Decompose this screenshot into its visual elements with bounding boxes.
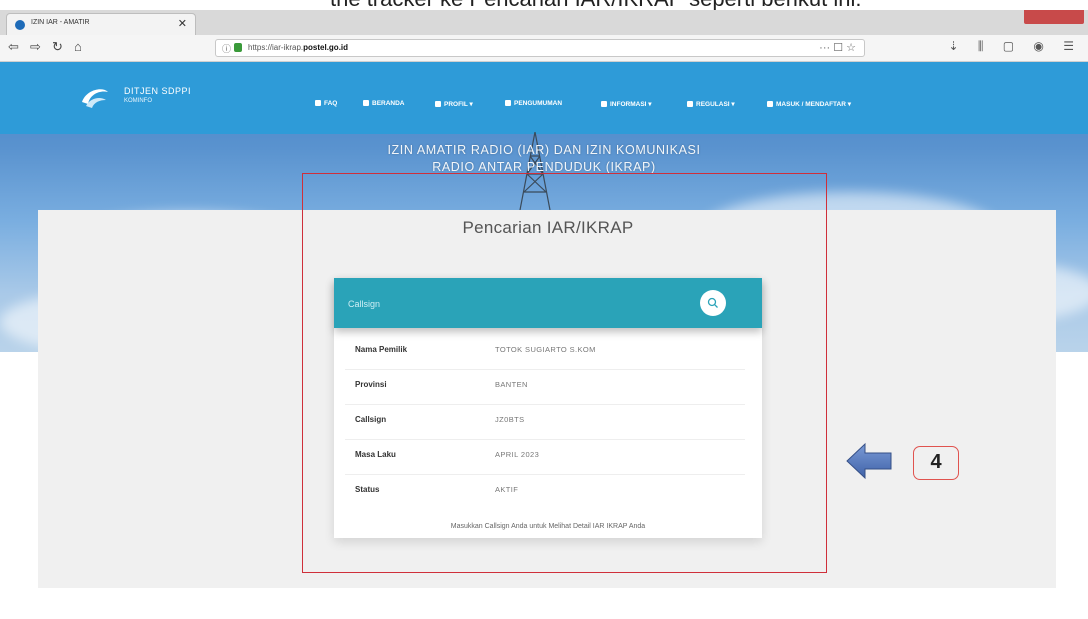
callsign-search-input[interactable] <box>346 295 690 313</box>
menu-label: MASUK / MENDAFTAR ▾ <box>776 101 851 108</box>
row-label: Nama Pemilik <box>355 345 408 354</box>
row-label: Masa Laku <box>355 450 396 459</box>
hero-title-line2: RADIO ANTAR PENDUDUK (IKRAP) <box>432 160 656 174</box>
table-row: Masa Laku APRIL 2023 <box>345 439 745 475</box>
notice-text: Masukkan Callsign Anda untuk Melihat Det… <box>450 523 646 530</box>
window-close-button[interactable] <box>1024 10 1084 24</box>
step-number-badge: 4 <box>913 446 959 480</box>
toolbar-icons[interactable]: ⇣ ⫼ ▢ ◉ ☰ <box>949 39 1082 54</box>
favicon-icon <box>15 20 25 30</box>
search-bar <box>334 278 762 328</box>
menu-label: BERANDA <box>372 100 405 107</box>
menu-item-profil[interactable]: PROFIL ▾ <box>435 100 473 108</box>
arrow-left-icon <box>846 442 892 480</box>
row-value: JZ0BTS <box>495 415 525 424</box>
menu-label: REGULASI ▾ <box>696 101 735 108</box>
row-value: TOTOK SUGIARTO S.KOM <box>495 345 596 354</box>
menu-label: INFORMASI ▾ <box>610 101 652 108</box>
book-icon <box>687 101 693 108</box>
address-bar[interactable]: ⓘ https://iar-ikrap.postel.go.id ··· ☐ ☆ <box>215 39 865 57</box>
page-actions[interactable]: ··· ☐ ☆ <box>819 41 856 54</box>
row-label: Provinsi <box>355 380 387 389</box>
row-value: BANTEN <box>495 380 528 389</box>
menu-item-beranda[interactable]: BERANDA <box>363 100 405 107</box>
browser-toolbar: ⇦ ⇨ ↻ ⌂ ⓘ https://iar-ikrap.postel.go.id… <box>0 35 1088 62</box>
menu-item-regulasi[interactable]: REGULASI ▾ <box>687 100 735 108</box>
forward-icon[interactable]: ⇨ <box>30 39 41 55</box>
kominfo-logo-icon[interactable] <box>80 86 110 110</box>
row-value: APRIL 2023 <box>495 450 540 459</box>
search-button[interactable] <box>700 290 726 316</box>
user-icon <box>435 101 441 108</box>
megaphone-icon <box>505 100 511 107</box>
reload-icon[interactable]: ↻ <box>52 39 63 55</box>
lock-icon <box>234 43 242 52</box>
document-icon <box>601 101 607 108</box>
home-icon <box>363 100 369 107</box>
table-row: Nama Pemilik TOTOK SUGIARTO S.KOM <box>345 334 745 370</box>
menu-item-masuk[interactable]: MASUK / MENDAFTAR ▾ <box>767 100 851 108</box>
back-icon[interactable]: ⇦ <box>8 39 19 55</box>
url-text: https://iar-ikrap.postel.go.id <box>248 43 348 52</box>
menu-label: FAQ <box>324 100 338 107</box>
logo-subtitle: KOMINFO <box>124 98 152 104</box>
table-row: Provinsi BANTEN <box>345 369 745 405</box>
menu-item-pengumuman[interactable]: PENGUMUMAN <box>505 100 562 107</box>
tab-bar: IZIN IAR - AMATIR ✕ <box>0 10 1088 35</box>
row-label: Callsign <box>355 415 387 424</box>
info-icon[interactable]: ⓘ <box>222 42 231 55</box>
browser-tab[interactable]: IZIN IAR - AMATIR ✕ <box>6 13 196 35</box>
login-icon <box>767 101 773 108</box>
close-icon[interactable]: ✕ <box>178 17 187 30</box>
menu-label: PENGUMUMAN <box>514 100 563 107</box>
site-navbar: DITJEN SDPPI KOMINFO FAQ BERANDA PROFIL … <box>0 62 1088 134</box>
menu-item-informasi[interactable]: INFORMASI ▾ <box>601 100 652 108</box>
table-row: Status AKTIF <box>345 474 745 509</box>
hero-title-line1: IZIN AMATIR RADIO (IAR) DAN IZIN KOMUNIK… <box>387 143 701 157</box>
logo-title: DITJEN SDPPI <box>124 86 192 96</box>
url-domain: postel.go.id <box>303 43 349 52</box>
home-icon[interactable]: ⌂ <box>74 39 82 54</box>
row-value: AKTIF <box>495 485 519 494</box>
table-row: Callsign JZ0BTS <box>345 404 745 440</box>
menu-item-faq[interactable]: FAQ <box>315 100 337 107</box>
question-icon <box>315 100 321 107</box>
search-icon <box>707 297 718 308</box>
row-label: Status <box>355 485 380 494</box>
search-heading: Pencarian IAR/IKRAP <box>462 218 634 237</box>
url-prefix: https://iar-ikrap. <box>248 43 304 52</box>
menu-label: PROFIL ▾ <box>444 101 473 108</box>
tab-title: IZIN IAR - AMATIR <box>31 19 90 26</box>
